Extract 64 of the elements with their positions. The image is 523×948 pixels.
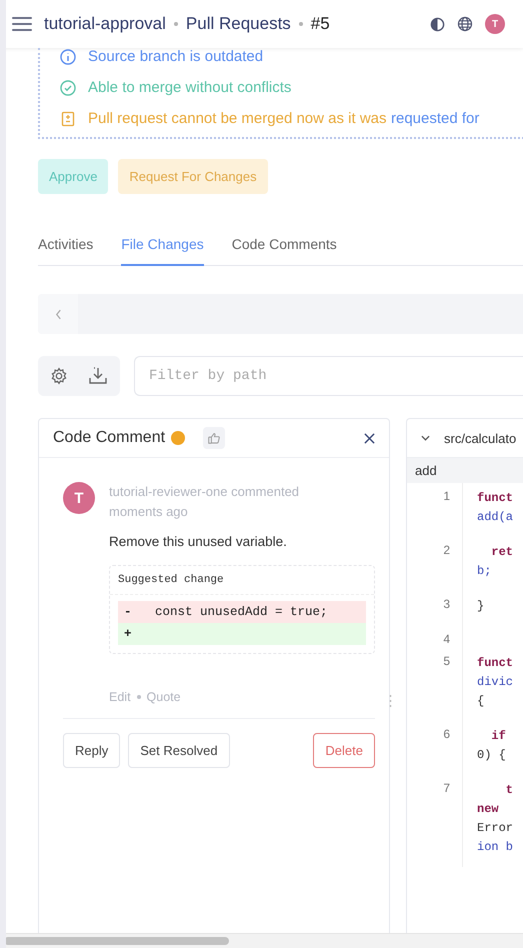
merge-status-text: Source branch is outdated xyxy=(88,48,264,65)
code-text: if xyxy=(490,728,506,745)
code-text: ret xyxy=(490,544,514,561)
commenter-avatar: T xyxy=(63,482,95,514)
code-text: 0) { xyxy=(477,747,506,764)
comment-button[interactable]: Set Resolved xyxy=(128,733,230,768)
download-icon[interactable] xyxy=(88,366,108,386)
code-text: add(a xyxy=(477,509,514,526)
code-text: t xyxy=(504,782,514,799)
horizontal-scrollbar[interactable] xyxy=(6,933,523,948)
code-text: new xyxy=(477,801,500,818)
comment-meta: tutorial-reviewer-one commented moments ago xyxy=(109,483,300,521)
comment-text: Remove this unused variable. xyxy=(109,534,288,549)
tab[interactable]: Code Comments xyxy=(232,236,337,266)
contrast-icon[interactable] xyxy=(430,16,445,32)
thumbs-up-button[interactable] xyxy=(203,427,226,449)
code-text: b; xyxy=(477,563,492,580)
line-number: 2 xyxy=(407,537,463,591)
resize-handle-icon[interactable] xyxy=(389,694,392,708)
separator-dot xyxy=(174,22,178,26)
chevron-left-icon xyxy=(54,308,62,320)
delete-button[interactable]: Delete xyxy=(313,733,375,768)
globe-icon[interactable] xyxy=(457,16,473,32)
diff-file-icon xyxy=(60,110,76,126)
comment-button[interactable]: Reply xyxy=(63,733,120,768)
tab[interactable]: Activities xyxy=(38,236,94,266)
chevron-down-icon[interactable] xyxy=(421,435,430,441)
line-number: 6 xyxy=(407,721,463,775)
settings-icon[interactable] xyxy=(50,367,68,385)
code-text: divic xyxy=(477,674,514,691)
code-text: funct xyxy=(477,655,514,672)
breadcrumb-link[interactable]: tutorial-approval xyxy=(44,14,166,34)
line-number: 7 xyxy=(407,775,463,867)
separator-dot xyxy=(136,695,141,699)
panel-title: Code Comment xyxy=(53,429,166,447)
comment-action-link[interactable]: Edit xyxy=(109,690,131,704)
code-text: ion b xyxy=(477,839,514,856)
line-number: 5 xyxy=(407,648,463,721)
code-text: { xyxy=(477,693,486,710)
file-name: src/calculato xyxy=(444,430,516,446)
status-dot-icon xyxy=(171,431,186,445)
info-icon xyxy=(60,48,76,64)
menu-icon[interactable] xyxy=(12,16,32,32)
code-text: Error xyxy=(477,820,514,837)
suggestion-title: Suggested change xyxy=(110,566,374,595)
merge-status-text: Able to merge without conflicts xyxy=(88,79,292,96)
merge-status-text: Pull request cannot be merged now as it was requested for xyxy=(88,110,480,127)
request-changes-button[interactable]: Request For Changes xyxy=(118,159,268,194)
line-number: 3 xyxy=(407,591,463,626)
filter-path-field[interactable]: Filter by path xyxy=(134,356,523,396)
code-text: } xyxy=(477,598,484,615)
requested-changes-link[interactable]: requested for xyxy=(391,110,480,127)
tab[interactable]: File Changes xyxy=(121,236,204,266)
user-avatar[interactable]: T xyxy=(485,14,505,34)
approve-button[interactable]: Approve xyxy=(38,159,108,194)
check-circle-icon xyxy=(60,80,76,96)
line-number: 1 xyxy=(407,483,463,537)
close-icon[interactable] xyxy=(364,432,375,444)
function-header: add xyxy=(407,458,523,483)
line-number: 4 xyxy=(407,626,463,648)
comment-action-link[interactable]: Quote xyxy=(146,690,181,704)
breadcrumb-link[interactable]: Pull Requests xyxy=(186,14,291,34)
code-text: funct xyxy=(477,490,514,507)
separator-dot xyxy=(298,22,303,26)
